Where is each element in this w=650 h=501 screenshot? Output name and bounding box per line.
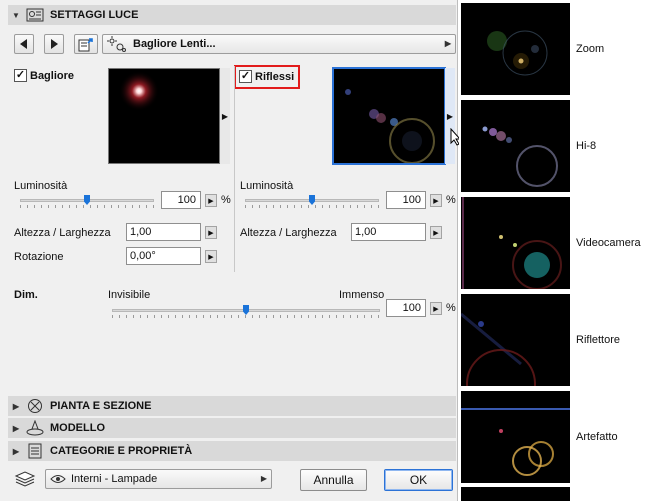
glow-ratio-stepper-icon[interactable]: ▶	[205, 226, 217, 239]
slider-thumb[interactable]	[84, 195, 90, 205]
reflections-preview-arrow-icon[interactable]: ▶	[445, 68, 455, 164]
section-label: PIANTA E SEZIONE	[50, 400, 152, 412]
reflections-checkbox[interactable]: ✓ Riflessi	[239, 70, 294, 83]
size-max-label: Immenso	[339, 289, 385, 301]
preset-hi8[interactable]: Hi-8	[461, 100, 648, 192]
size-stepper-icon[interactable]: ▶	[430, 302, 442, 315]
glow-brightness-label: Luminosità	[14, 180, 68, 192]
favorites-icon	[78, 37, 93, 51]
settings-title: SETTAGGI LUCE	[50, 9, 139, 21]
size-label: Dim.	[14, 289, 38, 301]
percent-unit: %	[446, 194, 456, 206]
size-min-label: Invisibile	[108, 289, 151, 301]
slider-thumb[interactable]	[309, 195, 315, 205]
reflections-ratio-field[interactable]: 1,00	[351, 223, 426, 241]
glow-preview	[108, 68, 220, 164]
column-divider	[234, 66, 235, 272]
dropdown-arrow-icon: ▶	[260, 474, 267, 483]
reflections-brightness-field[interactable]: 100	[386, 191, 426, 209]
reflections-ratio-stepper-icon[interactable]: ▶	[430, 226, 442, 239]
glow-ratio-field[interactable]: 1,00	[126, 223, 201, 241]
expand-triangle-icon[interactable]: ▶	[8, 447, 24, 456]
dropdown-arrow-icon: ▶	[444, 39, 451, 48]
categories-icon	[24, 443, 46, 459]
glow-ratio-label: Altezza / Larghezza	[14, 227, 111, 239]
layers-icon	[14, 471, 36, 490]
light-settings-icon	[24, 7, 46, 23]
section-floor-plan[interactable]: ▶ PIANTA E SEZIONE	[8, 396, 456, 416]
previous-button[interactable]	[14, 34, 34, 54]
preset-thumbnail	[461, 391, 570, 483]
preset-videocamera[interactable]: Videocamera	[461, 197, 648, 289]
preset-name: Artefatto	[576, 431, 618, 443]
preset-thumbnail	[461, 100, 570, 192]
expand-triangle-icon[interactable]: ▶	[8, 424, 24, 433]
collapse-triangle-icon[interactable]: ▼	[8, 11, 24, 20]
floor-plan-icon	[24, 398, 46, 414]
percent-unit: %	[221, 194, 231, 206]
preset-thumbnail	[461, 3, 570, 95]
lens-flare-icon	[107, 36, 127, 52]
next-button[interactable]	[44, 34, 64, 54]
glow-brightness-stepper-icon[interactable]: ▶	[205, 194, 217, 207]
slider-thumb[interactable]	[243, 305, 249, 315]
preset-next[interactable]	[461, 487, 648, 501]
section-categories[interactable]: ▶ CATEGORIE E PROPRIETÀ	[8, 441, 456, 461]
rotation-label: Rotazione	[14, 251, 64, 263]
preset-name: Riflettore	[576, 334, 621, 346]
rotation-field[interactable]: 0,00°	[126, 247, 201, 265]
preset-name: Hi-8	[576, 140, 597, 152]
size-field[interactable]: 100	[386, 299, 426, 317]
preset-thumbnail	[461, 294, 570, 386]
preset-spotlight[interactable]: Riflettore	[461, 294, 648, 386]
favorites-button[interactable]	[74, 34, 98, 54]
preset-artifact[interactable]: Artefatto	[461, 391, 648, 483]
model-icon	[24, 420, 46, 436]
preset-zoom[interactable]: Zoom	[461, 3, 648, 95]
rotation-stepper-icon[interactable]: ▶	[205, 250, 217, 263]
light-type-dropdown[interactable]: Bagliore Lenti... ▶	[102, 34, 456, 54]
expand-triangle-icon[interactable]: ▶	[8, 402, 24, 411]
eye-icon	[50, 474, 66, 484]
preset-name: Videocamera	[576, 237, 641, 249]
section-label: CATEGORIE E PROPRIETÀ	[50, 445, 193, 457]
glow-preview-arrow-icon[interactable]: ▶	[220, 68, 230, 164]
checkmark-icon: ✓	[239, 70, 252, 83]
percent-unit: %	[446, 302, 456, 314]
section-model[interactable]: ▶ MODELLO	[8, 418, 456, 438]
preset-thumbnail	[461, 487, 570, 501]
glow-checkbox[interactable]: ✓ Bagliore	[14, 69, 74, 82]
reflections-brightness-label: Luminosità	[240, 180, 294, 192]
light-type-label: Bagliore Lenti...	[133, 38, 216, 50]
layer-value: Interni - Lampade	[71, 473, 158, 485]
preset-name: Zoom	[576, 43, 605, 55]
glow-brightness-slider[interactable]	[20, 194, 154, 208]
size-slider[interactable]	[112, 304, 380, 318]
settings-section-header[interactable]: ▼ SETTAGGI LUCE	[8, 5, 456, 25]
glow-label: Bagliore	[30, 69, 75, 82]
preset-gallery: Zoom Hi-8 Videocamera Riflettore Artefat…	[459, 0, 650, 501]
reflections-ratio-label: Altezza / Larghezza	[240, 227, 337, 239]
layer-dropdown[interactable]: Interni - Lampade ▶	[45, 469, 272, 489]
cancel-button[interactable]: Annulla	[300, 469, 367, 491]
reflections-preview	[333, 68, 445, 164]
reflections-brightness-stepper-icon[interactable]: ▶	[430, 194, 442, 207]
reflections-brightness-slider[interactable]	[245, 194, 379, 208]
ok-button[interactable]: OK	[384, 469, 453, 491]
section-label: MODELLO	[50, 422, 105, 434]
checkmark-icon: ✓	[14, 69, 27, 82]
light-settings-dialog: ▼ SETTAGGI LUCE Bagliore Lenti... ▶ ✓ Ba…	[0, 0, 462, 501]
glow-brightness-field[interactable]: 100	[161, 191, 201, 209]
reflections-label: Riflessi	[255, 70, 295, 83]
preset-thumbnail	[461, 197, 570, 289]
